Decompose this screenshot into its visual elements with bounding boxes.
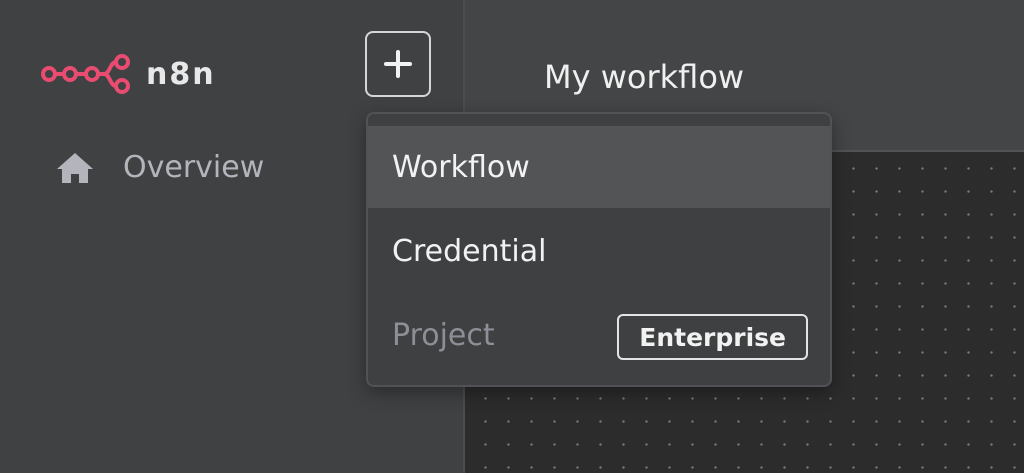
plus-icon — [384, 50, 412, 78]
home-icon — [57, 152, 93, 183]
workflow-title[interactable]: My workflow — [544, 58, 744, 96]
menu-item-credential[interactable]: Credential — [368, 210, 830, 292]
logo[interactable]: n8n — [40, 48, 216, 100]
menu-item-label: Project — [392, 317, 495, 353]
add-dropdown-menu: Workflow Credential Project Enterprise — [366, 112, 832, 387]
app-name: n8n — [146, 56, 216, 92]
add-button[interactable] — [365, 31, 431, 97]
menu-item-project: Project Enterprise — [368, 294, 830, 376]
sidebar-item-label: Overview — [123, 150, 265, 185]
sidebar-item-overview[interactable]: Overview — [55, 150, 264, 185]
menu-item-workflow[interactable]: Workflow — [368, 126, 830, 208]
n8n-logo-icon — [41, 54, 130, 94]
menu-item-label: Credential — [392, 233, 547, 269]
enterprise-badge: Enterprise — [617, 314, 808, 360]
menu-item-label: Workflow — [392, 149, 530, 185]
